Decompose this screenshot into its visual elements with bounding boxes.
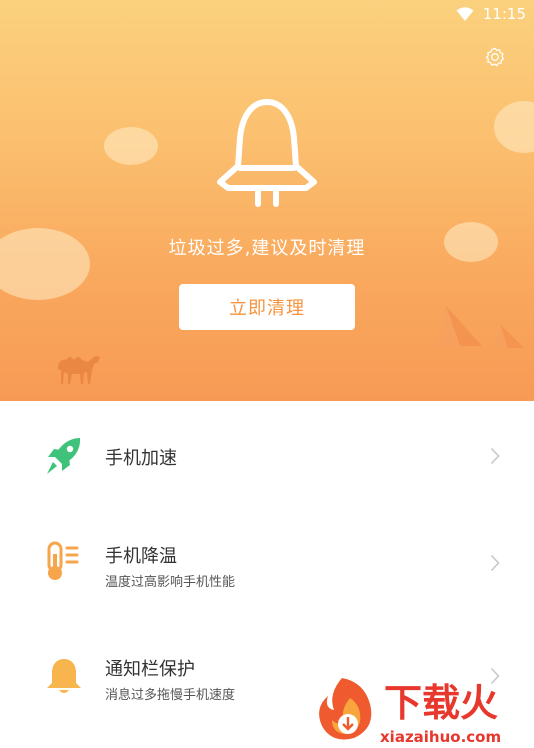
hero-banner: 11:15 垃圾过多,建议及时清理 立即清理 [0,0,534,401]
camel-icon [57,356,100,384]
list-item-subtitle: 温度过高影响手机性能 [105,575,236,590]
watermark-logo: 下载火 xiazaihuo.com [310,668,534,748]
status-time: 11:15 [482,5,526,23]
decor-cloud [104,127,158,165]
app-root: 11:15 垃圾过多,建议及时清理 立即清理 手机加速 手机降温 温度过高影响手… [0,0,534,748]
list-item-title: 通知栏保护 [105,659,195,680]
svg-text:xiazaihuo.com: xiazaihuo.com [380,728,501,746]
wifi-icon [456,7,474,21]
chevron-right-icon [490,554,500,572]
list-item-subtitle: 消息过多拖慢手机速度 [105,688,236,703]
junk-warning-text: 垃圾过多,建议及时清理 [168,238,366,259]
chevron-right-icon [490,447,500,465]
decor-cloud [494,101,534,153]
status-bar: 11:15 [0,0,534,30]
list-item-phone-cooling[interactable]: 手机降温 温度过高影响手机性能 [0,514,534,614]
list-item-title: 手机加速 [105,448,177,469]
xiazaihuo-logo: 下载火 xiazaihuo.com [319,678,501,746]
gear-icon[interactable] [484,46,506,68]
bell-icon [47,659,81,693]
clean-now-button[interactable]: 立即清理 [179,284,355,330]
list-item-phone-boost[interactable]: 手机加速 [0,404,534,504]
green-rocket-icon [47,438,81,474]
thermometer-icon [47,541,79,580]
rocket-outline-icon [217,99,317,207]
svg-text:下载火: 下载火 [384,681,498,725]
list-item-title: 手机降温 [105,546,177,567]
pyramids-decor [438,306,524,348]
